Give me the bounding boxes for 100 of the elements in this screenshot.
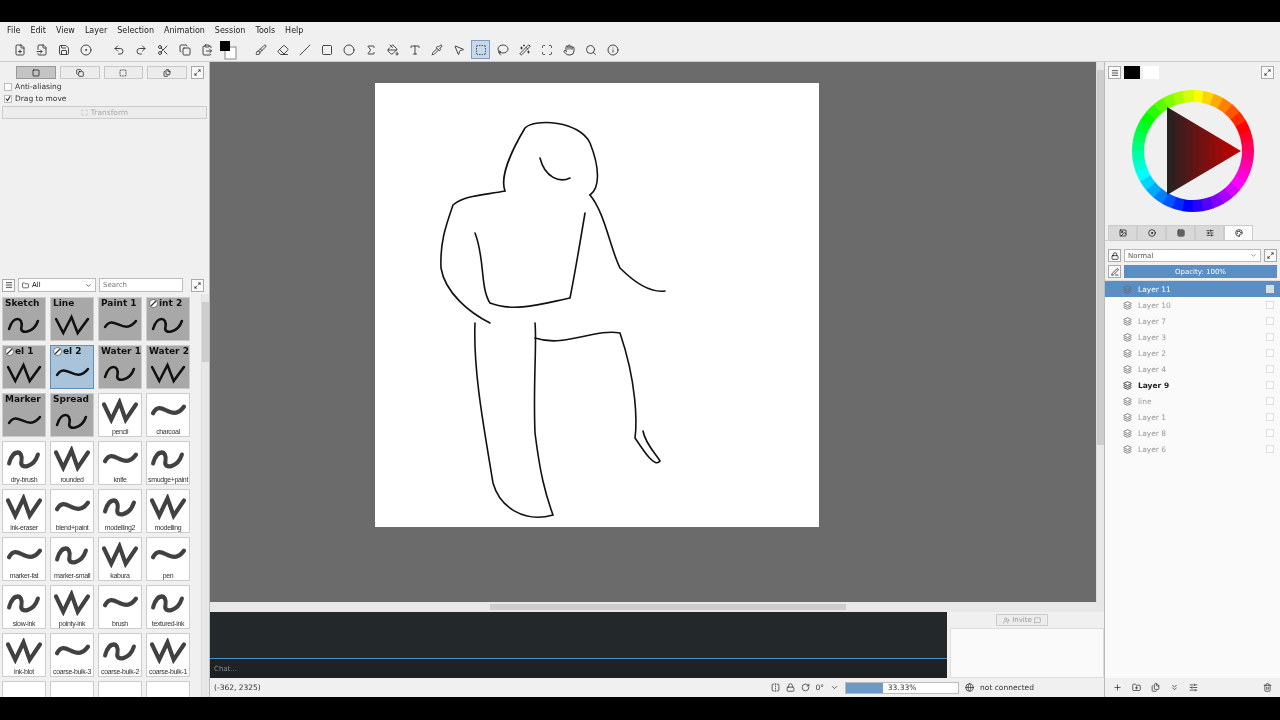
sliders-icon [1205, 229, 1214, 237]
menu-item[interactable]: Tools [250, 25, 281, 35]
selection-tool[interactable] [471, 40, 490, 59]
brush-preset[interactable]: Line [50, 297, 94, 341]
panel-tab[interactable] [1195, 225, 1224, 240]
expand-icon [194, 69, 201, 76]
layers-icon [1123, 428, 1132, 438]
sigma-icon [364, 43, 377, 56]
color-swatches-icon[interactable] [219, 39, 237, 60]
menu-item[interactable]: Help [280, 25, 309, 35]
menu-item[interactable]: View [50, 25, 80, 35]
panel-tab[interactable] [1137, 225, 1166, 240]
files-icon[interactable] [1151, 683, 1160, 692]
layer-checkbox[interactable] [1266, 317, 1274, 325]
menu-item[interactable]: Selection [112, 25, 160, 35]
copy-icon [75, 68, 84, 77]
scrollbar[interactable] [1096, 62, 1104, 602]
folder-plus-icon[interactable] [1132, 683, 1141, 692]
layer-checkbox[interactable] [1266, 365, 1274, 373]
scrollbar[interactable] [201, 294, 209, 697]
panel-tab[interactable] [1224, 225, 1253, 240]
panel-tab[interactable] [1166, 225, 1195, 240]
brush-stroke-drawing [6, 637, 42, 664]
layer-checkbox[interactable] [1266, 301, 1274, 309]
menu-button[interactable] [2, 278, 15, 292]
layers-icon [1123, 444, 1132, 454]
mode-button[interactable] [16, 66, 56, 79]
pen-button[interactable] [1108, 265, 1121, 278]
eraser-icon [276, 43, 289, 56]
brush-stroke-drawing [54, 445, 90, 472]
caret-icon [85, 281, 92, 289]
float-panel-button[interactable] [191, 66, 204, 79]
lock-icon[interactable] [785, 683, 795, 692]
plus-icon[interactable] [1113, 683, 1122, 692]
brush-stroke-drawing [6, 360, 42, 385]
palette-icon [1234, 229, 1243, 237]
scrollbar[interactable] [210, 602, 1104, 612]
rotate-icon[interactable] [800, 683, 810, 692]
pipette-icon [430, 43, 443, 56]
layer-checkbox[interactable] [1266, 397, 1274, 405]
float-panel-button[interactable] [191, 278, 204, 292]
layers-icon [1123, 316, 1132, 326]
text-icon [408, 43, 421, 56]
layer-checkbox[interactable] [1266, 285, 1274, 293]
layers-icon [1123, 364, 1132, 374]
brush-stroke-drawing [150, 637, 186, 664]
undo-icon [112, 43, 125, 56]
mode-button[interactable] [59, 66, 100, 79]
panel-tab[interactable] [1108, 225, 1137, 240]
globe-icon [965, 683, 975, 692]
layers-icon [1123, 300, 1132, 310]
layer-checkbox[interactable] [1266, 333, 1274, 341]
menu-button[interactable] [1108, 66, 1121, 79]
color-wheel[interactable] [1130, 89, 1255, 213]
float-panel-button[interactable] [1261, 66, 1274, 79]
layers-icon [1123, 332, 1132, 342]
menu-item[interactable]: Edit [25, 25, 51, 35]
mode-button[interactable] [147, 66, 187, 79]
brush-stroke-drawing [102, 397, 138, 424]
dashed-square-icon [119, 68, 128, 77]
layer-checkbox[interactable] [1266, 413, 1274, 421]
foreground-swatch[interactable] [1124, 66, 1140, 79]
brush-preset[interactable]: Paint 1 [98, 297, 142, 341]
menu-item[interactable]: Animation [159, 25, 210, 35]
brush-preset[interactable]: Spread [50, 393, 94, 437]
line-icon [298, 43, 311, 56]
float-panel-button[interactable] [1264, 249, 1277, 262]
menu-item[interactable]: Layer [79, 25, 113, 35]
brush-stroke-drawing [150, 360, 186, 385]
layers-icon [1123, 412, 1132, 422]
expand-icon [1264, 69, 1271, 76]
layer-checkbox[interactable] [1266, 445, 1274, 453]
clipboard-icon [200, 43, 213, 56]
brush-preset[interactable]: Water 1 [98, 345, 142, 389]
caret-icon[interactable] [830, 683, 840, 692]
layer-checkbox[interactable] [1266, 349, 1274, 357]
checkbox[interactable] [4, 94, 12, 103]
user-plus-icon [1003, 616, 1011, 624]
brush-preset[interactable]: Sketch [2, 297, 46, 341]
layer-checkbox[interactable] [1266, 429, 1274, 437]
pointer-icon [452, 43, 465, 56]
layer-checkbox[interactable] [1266, 381, 1274, 389]
sliders-icon[interactable] [1189, 683, 1198, 692]
menu-item[interactable]: File [2, 25, 26, 35]
ellipse-icon [342, 43, 355, 56]
double-chevron-icon[interactable] [1170, 683, 1179, 692]
lock-button[interactable] [1108, 249, 1121, 262]
files-icon [163, 68, 172, 77]
brush-preset[interactable]: Marker [2, 393, 46, 437]
brush-preset[interactable]: int 2 [146, 297, 190, 341]
brush-preset[interactable]: el 1 [2, 345, 46, 389]
layers-icon [1123, 396, 1132, 406]
checkbox[interactable] [4, 82, 12, 91]
brush-preset[interactable]: Water 2 [146, 345, 190, 389]
scissors-icon [156, 43, 169, 56]
square-icon [31, 68, 40, 77]
flip-icon[interactable] [770, 683, 780, 692]
brush-preset[interactable]: el 2 [50, 345, 94, 389]
trash-icon[interactable] [1263, 683, 1272, 692]
menu-item[interactable]: Session [209, 25, 251, 35]
